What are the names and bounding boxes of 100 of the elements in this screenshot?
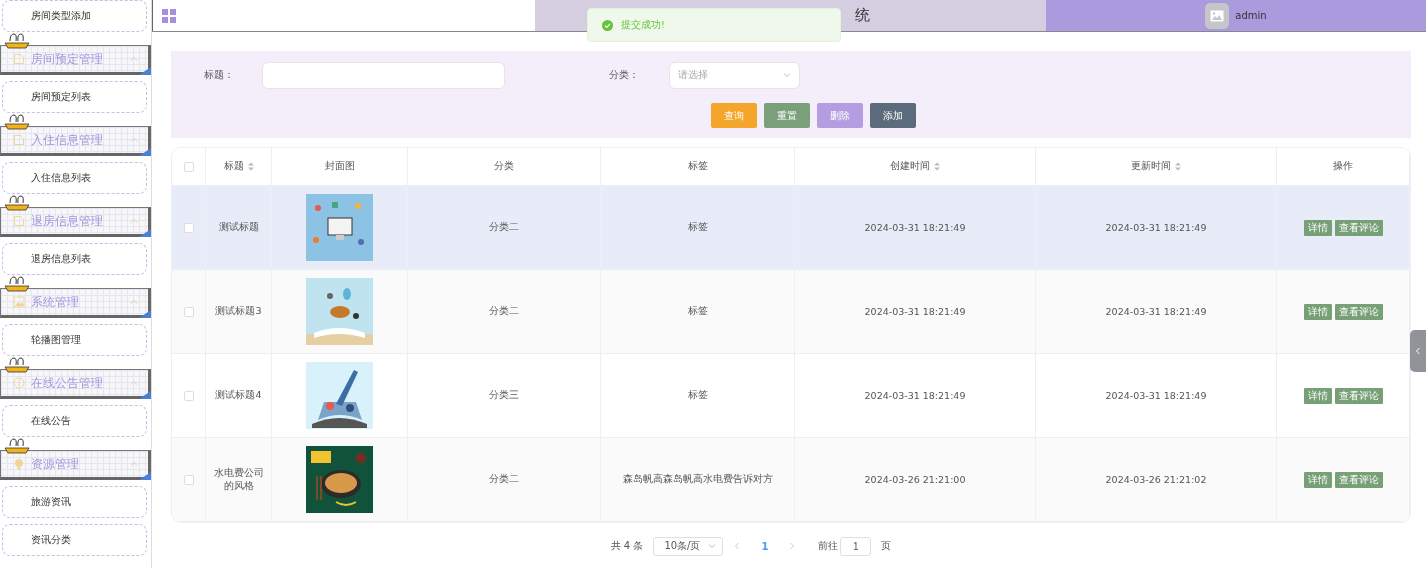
sidebar-item[interactable]: 房间类型添加 bbox=[2, 0, 147, 32]
column-header: 操作 bbox=[1333, 160, 1353, 173]
chevron-up-icon bbox=[130, 217, 138, 225]
table-cell: 2024-03-31 18:21:49 bbox=[1105, 306, 1207, 317]
grid-menu-icon[interactable] bbox=[162, 8, 176, 23]
row-checkbox[interactable] bbox=[183, 306, 194, 317]
table-cell-text: 水电费公司的风格 bbox=[212, 466, 265, 493]
row-action-button[interactable]: 详情 bbox=[1303, 471, 1332, 488]
binder-clip-icon bbox=[4, 357, 30, 373]
chevron-down-icon bbox=[708, 542, 717, 550]
sort-icon[interactable] bbox=[934, 162, 940, 171]
sidebar-item[interactable]: 在线公告 bbox=[2, 405, 147, 437]
page-suffix: 页 bbox=[881, 539, 892, 553]
sidebar-item[interactable]: 资讯分类 bbox=[2, 524, 147, 556]
title-input-field[interactable] bbox=[262, 61, 505, 89]
column-header[interactable]: 更新时间 bbox=[1131, 160, 1181, 173]
bulb-icon bbox=[13, 458, 25, 470]
column-header[interactable]: 标题 bbox=[223, 160, 254, 173]
row-action-button[interactable]: 查看评论 bbox=[1334, 303, 1383, 320]
table-cell: 标签 bbox=[687, 389, 708, 402]
document-icon bbox=[13, 215, 25, 227]
column-header: 封面图 bbox=[324, 160, 355, 173]
folded-corner-icon bbox=[139, 310, 151, 318]
chevron-left-icon bbox=[733, 542, 742, 550]
column-header[interactable]: 创建时间 bbox=[890, 160, 940, 173]
table-row[interactable]: 测试标题3 分类二 标签 2024-03-31 18:21:49 2024-03-31 18:21:49 详情 查看评论 bbox=[172, 270, 1410, 354]
binder-clip-icon bbox=[4, 114, 30, 130]
document-icon bbox=[13, 53, 25, 65]
table-cell: 2024-03-31 18:21:49 bbox=[864, 390, 966, 401]
table-row[interactable]: 测试标题 分类二 标签 2024-03-31 18:21:49 2024-03-31 18:21:49 详情 查看评论 bbox=[172, 186, 1410, 270]
row-action-button[interactable]: 详情 bbox=[1303, 219, 1332, 236]
table-cell: 2024-03-26 21:21:00 bbox=[864, 474, 966, 485]
folded-corner-icon bbox=[139, 229, 151, 237]
chevron-right-icon bbox=[788, 542, 797, 550]
collapse-tab[interactable] bbox=[1410, 330, 1426, 372]
table-cell: 2024-03-31 18:21:49 bbox=[864, 222, 966, 233]
sidebar-item[interactable]: 入住信息列表 bbox=[2, 162, 147, 194]
search-panel-button[interactable]: 添加 bbox=[869, 103, 916, 128]
select-all-checkbox[interactable] bbox=[183, 161, 194, 172]
binder-clip-icon bbox=[4, 276, 30, 292]
row-checkbox[interactable] bbox=[183, 222, 194, 233]
binder-clip-icon bbox=[4, 33, 30, 49]
document-icon bbox=[13, 134, 25, 146]
column-header: 分类 bbox=[494, 160, 514, 173]
row-action-button[interactable]: 详情 bbox=[1303, 303, 1332, 320]
goto-page-field[interactable]: 1 bbox=[840, 536, 872, 556]
system-title: 统 bbox=[855, 6, 870, 25]
folded-corner-icon bbox=[139, 391, 151, 399]
binder-clip-icon bbox=[4, 195, 30, 211]
avatar-icon[interactable] bbox=[1205, 2, 1230, 29]
table-row[interactable]: 水电费公司的风格 分类二 森岛帆高森岛帆高水电费告诉对方 2024-03-26 21:21:00 2024-03-26 21:21:02 详情 查看评论 bbox=[172, 438, 1410, 522]
row-checkbox[interactable] bbox=[183, 390, 194, 401]
page-number[interactable]: 1 bbox=[751, 540, 779, 552]
table-cell: 分类二 bbox=[489, 473, 519, 486]
category-label: 分类： bbox=[609, 68, 640, 82]
table-cell: 2024-03-26 21:21:02 bbox=[1105, 474, 1207, 485]
row-action-button[interactable]: 详情 bbox=[1303, 387, 1332, 404]
table-row[interactable]: 测试标题4 分类三 标签 2024-03-31 18:21:49 2024-03-31 18:21:49 详情 查看评论 bbox=[172, 354, 1410, 438]
table-cell: 2024-03-31 18:21:49 bbox=[864, 306, 966, 317]
chevron-down-icon bbox=[783, 71, 791, 79]
image-icon bbox=[13, 296, 25, 308]
binder-clip-icon bbox=[4, 438, 30, 454]
chevron-up-icon bbox=[130, 460, 138, 468]
sidebar-item[interactable]: 轮播图管理 bbox=[2, 324, 147, 356]
page-size-select[interactable]: 10条/页 bbox=[653, 536, 724, 556]
sidebar-item[interactable]: 旅游资讯 bbox=[2, 486, 147, 518]
chevron-up-icon bbox=[130, 55, 138, 63]
table-cell: 标签 bbox=[687, 305, 708, 318]
table-cell: 2024-03-31 18:21:49 bbox=[1105, 222, 1207, 233]
row-action-button[interactable]: 查看评论 bbox=[1334, 219, 1383, 236]
table-cell: 标签 bbox=[687, 221, 708, 234]
table-cell: 测试标题 bbox=[218, 221, 259, 234]
row-action-button[interactable]: 查看评论 bbox=[1334, 387, 1383, 404]
table-cell: 分类三 bbox=[489, 389, 519, 402]
sort-icon[interactable] bbox=[1175, 162, 1181, 171]
total-count: 共 4 条 bbox=[610, 539, 644, 553]
table-cell: 森岛帆高森岛帆高水电费告诉对方 bbox=[622, 473, 773, 486]
row-checkbox[interactable] bbox=[183, 474, 194, 485]
row-action-button[interactable]: 查看评论 bbox=[1334, 471, 1383, 488]
title-label: 标题： bbox=[204, 68, 235, 82]
chevron-left-icon bbox=[1414, 347, 1422, 355]
folded-corner-icon bbox=[139, 472, 151, 480]
table-cell: 分类二 bbox=[489, 305, 519, 318]
folded-corner-icon bbox=[139, 148, 151, 156]
table-cell: 测试标题3 bbox=[215, 305, 262, 318]
table-cell: 分类二 bbox=[489, 221, 519, 234]
chevron-up-icon bbox=[130, 136, 138, 144]
sidebar-item[interactable]: 退房信息列表 bbox=[2, 243, 147, 275]
chevron-up-icon bbox=[130, 379, 138, 387]
chevron-up-icon bbox=[130, 298, 138, 306]
search-panel-button[interactable]: 重置 bbox=[763, 103, 810, 128]
toast-message: 提交成功! bbox=[621, 18, 665, 32]
folded-corner-icon bbox=[139, 67, 151, 75]
goto-label: 前往 bbox=[818, 539, 839, 553]
info-icon bbox=[13, 377, 25, 389]
sort-icon[interactable] bbox=[247, 162, 254, 171]
user-name[interactable]: admin bbox=[1235, 10, 1267, 21]
check-circle-icon bbox=[602, 19, 613, 31]
table-cell: 测试标题4 bbox=[215, 389, 262, 402]
sidebar-item[interactable]: 房间预定列表 bbox=[2, 81, 147, 113]
